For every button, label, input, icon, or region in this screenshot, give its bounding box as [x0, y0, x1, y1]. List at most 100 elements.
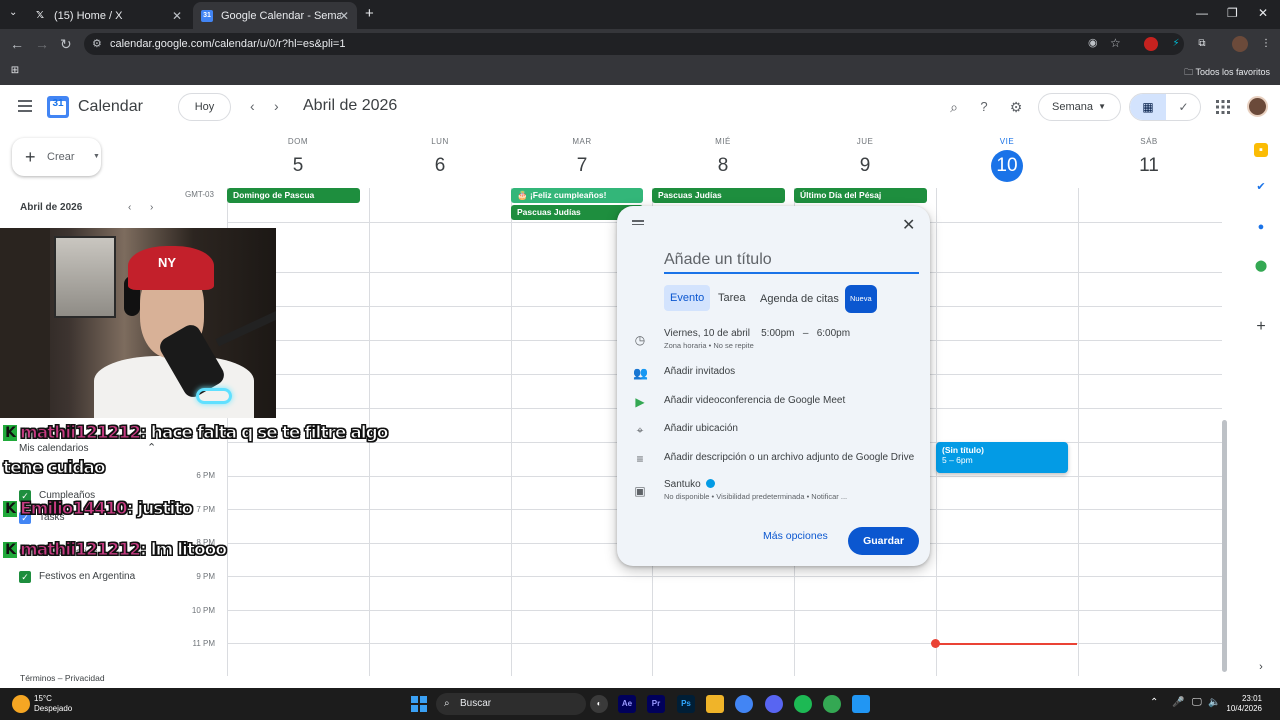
close-icon[interactable]: ✕	[172, 9, 182, 23]
tasks-icon[interactable]: ✔	[1254, 180, 1268, 194]
event-end-time[interactable]: 6:00pm	[817, 328, 850, 339]
event-title-input[interactable]	[664, 248, 919, 274]
create-button[interactable]: + Crear ▼	[12, 138, 101, 176]
google-apps-icon[interactable]	[1216, 100, 1230, 114]
allday-event-birthday[interactable]: 🎂 ¡Feliz cumpleaños!	[511, 188, 643, 203]
event-date[interactable]: Viernes, 10 de abril	[664, 328, 750, 339]
day-number[interactable]: 6	[369, 150, 511, 182]
network-icon[interactable]: 🖵	[1192, 697, 1202, 708]
day-number[interactable]: 8	[652, 150, 794, 182]
day-header-tue[interactable]: MAR 7	[511, 130, 653, 182]
tasks-view-icon[interactable]: ✓	[1166, 94, 1200, 120]
apps-icon[interactable]: ⊞	[8, 64, 22, 78]
mini-chevron-right-icon[interactable]: ›	[150, 202, 153, 213]
tab-task[interactable]: Tarea	[718, 285, 746, 311]
add-addon-icon[interactable]: +	[1254, 319, 1268, 335]
chevron-left-icon[interactable]: ‹	[250, 98, 255, 114]
new-event-block[interactable]: (Sin título) 5 – 6pm	[936, 442, 1068, 473]
save-button[interactable]: Guardar	[848, 527, 919, 555]
extension-teal-icon[interactable]: ⚡	[1169, 37, 1183, 51]
grid-scrollbar[interactable]	[1222, 420, 1227, 672]
site-settings-icon[interactable]: ⚙	[92, 33, 102, 55]
day-number[interactable]: 11	[1078, 150, 1220, 182]
main-menu-icon[interactable]	[18, 100, 32, 112]
logo-day: 31	[52, 98, 64, 109]
taskbar-clock[interactable]: 23:01 10/4/2026	[1222, 694, 1262, 714]
taskbar-search[interactable]: ⌕ Buscar	[436, 693, 586, 715]
file-explorer-icon[interactable]	[706, 695, 724, 713]
menu-dots-icon[interactable]: ⋮	[1259, 37, 1273, 51]
eye-icon[interactable]: ◉	[1088, 36, 1098, 49]
more-options-button[interactable]: Más opciones	[763, 530, 828, 542]
spotify-icon[interactable]	[794, 695, 812, 713]
day-header-sun[interactable]: DOM 5	[227, 130, 369, 182]
footer-links[interactable]: Términos – Privacidad	[20, 673, 105, 683]
chrome-active-icon[interactable]	[823, 695, 841, 713]
day-number[interactable]: 5	[227, 150, 369, 182]
tab-x-home[interactable]: 𝕏 (15) Home / X ✕	[26, 2, 190, 29]
search-icon[interactable]: ⌕	[945, 98, 963, 116]
tab-appointment-schedule[interactable]: Agenda de citas Nueva	[760, 285, 877, 313]
my-calendars-heading[interactable]: Mis calendarios	[19, 443, 88, 454]
extensions-puzzle-icon[interactable]: ⧉	[1195, 37, 1209, 51]
reload-icon[interactable]: ↻	[60, 36, 72, 53]
timezone-recurrence[interactable]: Zona horaria • No se repite	[664, 341, 754, 350]
after-effects-icon[interactable]: Ae	[618, 695, 636, 713]
obs-icon[interactable]	[852, 695, 870, 713]
contacts-icon[interactable]: ●	[1254, 220, 1268, 234]
app-icon-1[interactable]: ◐	[590, 695, 608, 713]
day-header-mon[interactable]: LUN 6	[369, 130, 511, 182]
gear-icon[interactable]: ⚙	[1007, 98, 1025, 116]
mic-icon[interactable]: 🎤	[1172, 697, 1184, 708]
calendar-view-icon[interactable]: ▦	[1130, 94, 1166, 120]
allday-event[interactable]: Pascuas Judías	[652, 188, 785, 203]
day-number[interactable]: 7	[511, 150, 653, 182]
profile-avatar-icon[interactable]	[1232, 36, 1248, 52]
day-header-wed[interactable]: MIÉ 8	[652, 130, 794, 182]
photoshop-icon[interactable]: Ps	[677, 695, 695, 713]
tab-search-icon[interactable]: ⌄	[9, 7, 17, 18]
tab-google-calendar[interactable]: 31 Google Calendar - Semana del 5 d ✕	[193, 2, 357, 29]
close-icon[interactable]: ✕	[339, 9, 349, 23]
weather-icon[interactable]	[12, 695, 30, 713]
new-tab-button[interactable]: +	[365, 5, 374, 22]
restore-icon[interactable]: ❐	[1227, 6, 1238, 20]
extension-red-icon[interactable]	[1144, 37, 1158, 51]
event-date-time[interactable]: Viernes, 10 de abril 5:00pm – 6:00pm	[664, 328, 850, 339]
chrome-icon[interactable]	[735, 695, 753, 713]
day-header-thu[interactable]: JUE 9	[794, 130, 936, 182]
minimize-icon[interactable]: —	[1196, 6, 1208, 20]
account-avatar[interactable]	[1247, 96, 1268, 117]
close-window-icon[interactable]: ✕	[1258, 6, 1268, 20]
url-field[interactable]: ⚙ calendar.google.com/calendar/u/0/r?hl=…	[84, 33, 1184, 55]
expand-panel-icon[interactable]: ›	[1254, 660, 1268, 674]
maps-icon[interactable]: ⬤	[1254, 259, 1268, 273]
day-header-sat[interactable]: SÁB 11	[1078, 130, 1220, 182]
all-bookmarks[interactable]: 🗀 Todos los favoritos	[1184, 65, 1270, 81]
volume-icon[interactable]: 🔈	[1208, 697, 1220, 708]
event-start-time[interactable]: 5:00pm	[761, 328, 794, 339]
day-number-today[interactable]: 10	[991, 150, 1023, 182]
windows-start-icon[interactable]	[411, 696, 427, 712]
day-header-fri[interactable]: VIE 10	[936, 130, 1078, 182]
back-icon[interactable]: ←	[10, 36, 24, 52]
tray-chevron-icon[interactable]: ⌃	[1150, 697, 1158, 708]
keep-icon[interactable]: ▪	[1254, 143, 1268, 157]
drag-handle-icon[interactable]	[632, 220, 644, 227]
discord-icon[interactable]	[765, 695, 783, 713]
help-icon[interactable]: ?	[975, 98, 993, 116]
chevron-right-icon[interactable]: ›	[274, 98, 279, 114]
close-icon[interactable]: ✕	[902, 215, 915, 235]
today-button[interactable]: Hoy	[178, 93, 231, 121]
mini-chevron-left-icon[interactable]: ‹	[128, 202, 131, 213]
day-number[interactable]: 9	[794, 150, 936, 182]
allday-event[interactable]: Último Día del Pésaj	[794, 188, 927, 203]
tab-event[interactable]: Evento	[664, 285, 711, 311]
forward-icon[interactable]: →	[35, 36, 49, 52]
premiere-icon[interactable]: Pr	[647, 695, 665, 713]
star-icon[interactable]: ☆	[1110, 36, 1121, 50]
view-select[interactable]: Semana ▼	[1038, 93, 1121, 121]
weather-widget[interactable]: 15°C Despejado	[34, 694, 72, 714]
allday-event[interactable]: Domingo de Pascua	[227, 188, 360, 203]
checkbox-holidays-argentina[interactable]: ✓	[19, 571, 31, 583]
